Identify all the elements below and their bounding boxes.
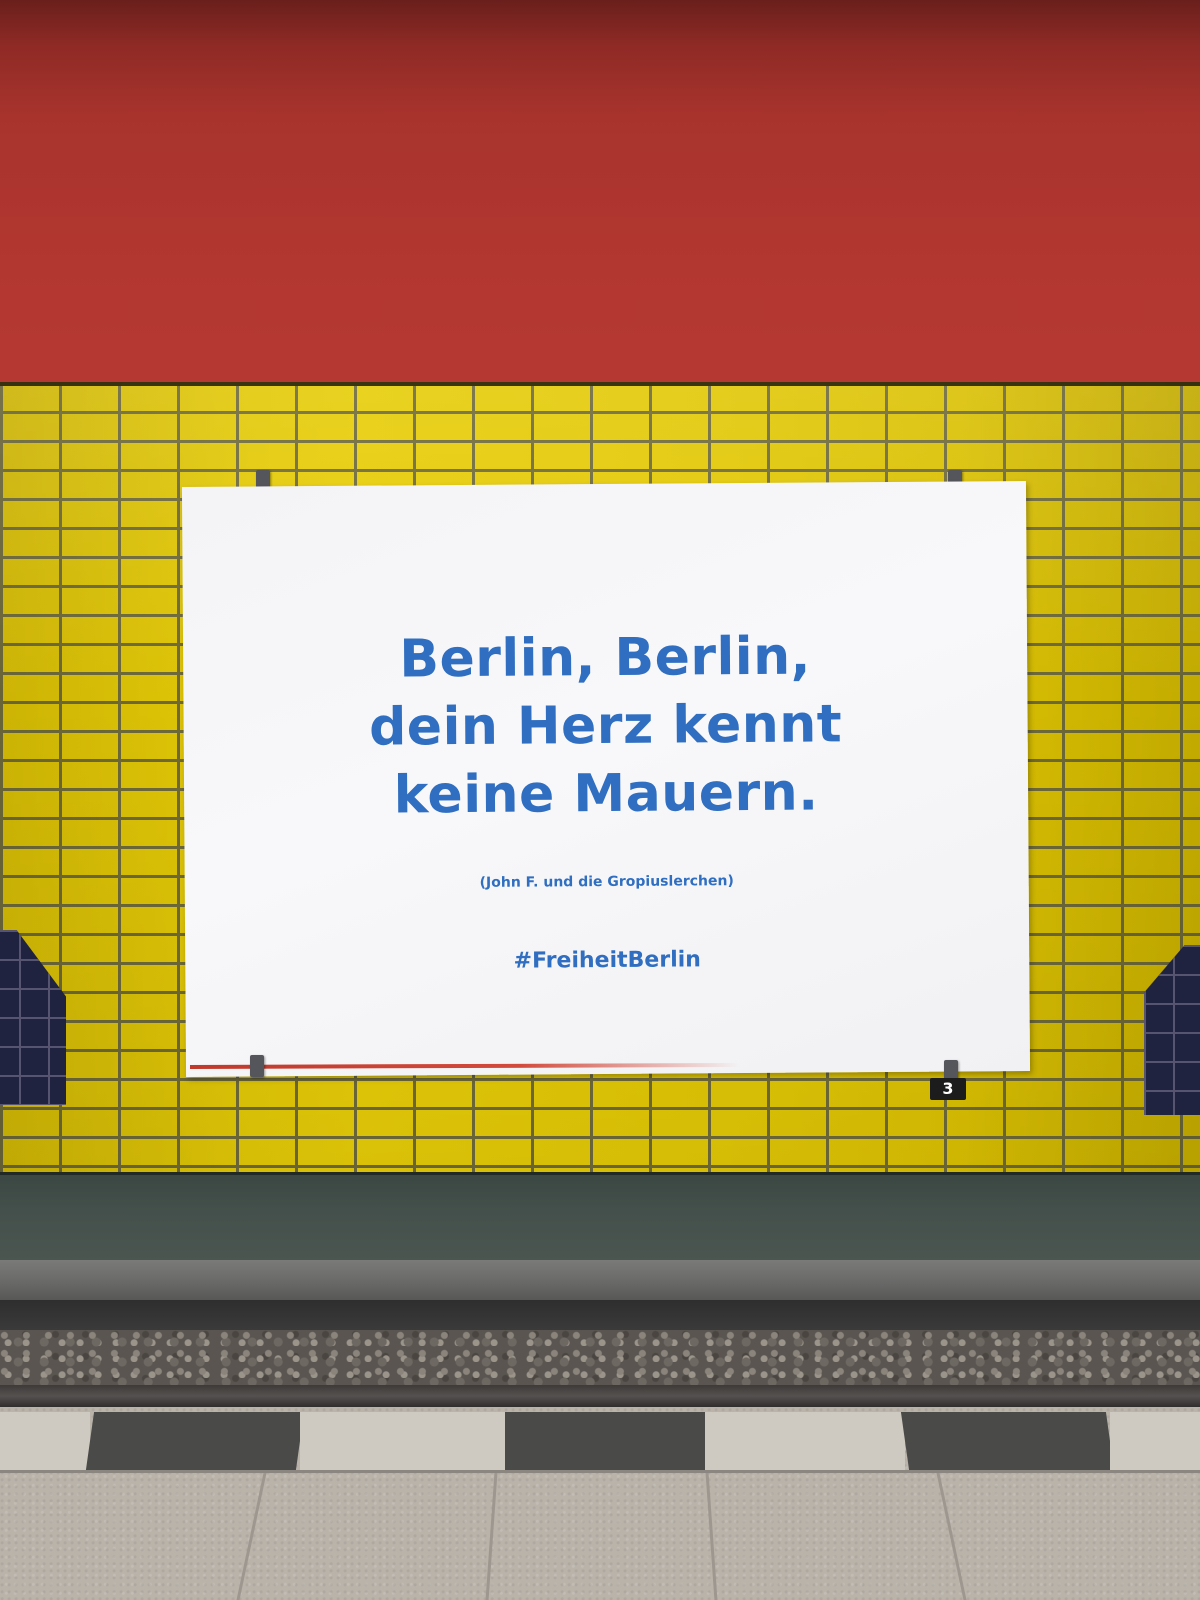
- poster-hashtag: #FreiheitBerlin: [513, 947, 701, 974]
- floor-tile-light: [705, 1412, 905, 1470]
- poster-quote: Berlin, Berlin, dein Herz kennt keine Ma…: [183, 621, 1028, 831]
- poster-attribution: (John F. und die Gropiuslerchen): [479, 873, 734, 891]
- quote-line-1: Berlin, Berlin,: [399, 626, 812, 690]
- quote-line-2: dein Herz kennt: [368, 694, 843, 758]
- floor-tile-joint: [0, 1470, 1200, 1473]
- floor-tile-dark: [85, 1412, 305, 1470]
- floor-tile-dark: [900, 1412, 1115, 1470]
- quote-line-3: keine Mauern.: [393, 762, 819, 826]
- wall-base-ledge: [0, 1172, 1200, 1263]
- floor-tile-dark: [505, 1412, 705, 1470]
- poster: Berlin, Berlin, dein Herz kennt keine Ma…: [181, 481, 1031, 1077]
- platform-number-plate: 3: [930, 1078, 966, 1100]
- floor-tile-light: [300, 1412, 505, 1470]
- floor-tile-light: [1110, 1412, 1200, 1470]
- track-bed-wall: [0, 1300, 1200, 1330]
- poster-clip-bottom-left: [250, 1055, 264, 1077]
- track-ballast: [0, 1330, 1200, 1385]
- floor-tile-light: [0, 1412, 90, 1470]
- platform-edge: [0, 1260, 1200, 1300]
- rail: [0, 1385, 1200, 1407]
- red-upper-wall: [0, 0, 1200, 382]
